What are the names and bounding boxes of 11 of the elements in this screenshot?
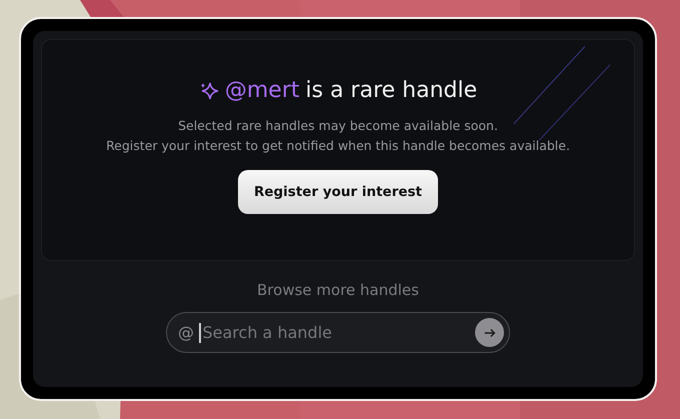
browse-label: Browse more handles bbox=[257, 281, 419, 299]
sparkle-icon bbox=[198, 80, 219, 100]
search-input[interactable]: Search a handle bbox=[200, 323, 475, 342]
banner-title: is a rare handle bbox=[306, 78, 478, 103]
arrow-button[interactable] bbox=[475, 318, 504, 347]
at-prefix: @ bbox=[178, 323, 194, 342]
handle-name: @mert bbox=[224, 78, 300, 103]
description-text: Register your interest to get notified when this handle becomes available. bbox=[106, 138, 570, 153]
search-bar[interactable]: @ Search a handle bbox=[166, 312, 510, 353]
description-text: Selected rare handles may become available soon. bbox=[178, 118, 498, 133]
register-button[interactable]: Register your interest bbox=[238, 170, 438, 214]
